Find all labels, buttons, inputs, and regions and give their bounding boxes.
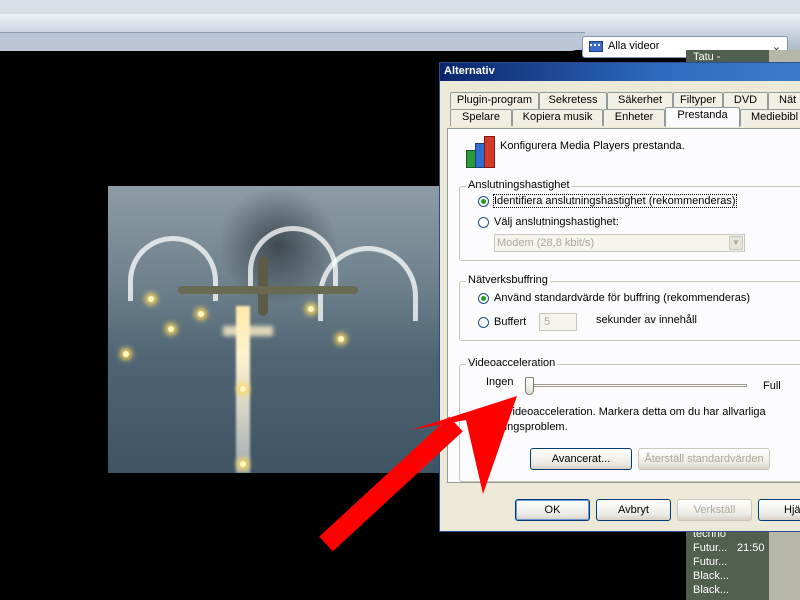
default-buffering-label[interactable]: Använd standardvärde för buffring (rekom… [494, 292, 750, 304]
video-flare [123, 351, 129, 357]
tab-privacy[interactable]: Sekretess [539, 92, 607, 109]
video-flare [338, 336, 344, 342]
acceleration-description-line1: videoacceleration. Markera detta om du h… [507, 406, 766, 418]
tab-performance[interactable]: Prestanda [665, 107, 740, 127]
help-button[interactable]: Hjä [758, 499, 800, 521]
list-item[interactable]: Black... [693, 584, 729, 596]
library-dropdown-label: Alla videor [608, 40, 660, 52]
acceleration-slider-track[interactable] [525, 384, 747, 387]
detect-speed-label[interactable]: Identifiera anslutningshastighet (rekomm… [493, 194, 737, 208]
tab-network[interactable]: Nät [768, 92, 800, 109]
video-aircraft-wing [178, 286, 358, 294]
advanced-button[interactable]: Avancerat... [530, 448, 632, 470]
tab-player[interactable]: Spelare [450, 109, 512, 126]
performance-heading: Konfigurera Media Players prestanda. [500, 140, 685, 152]
video-flare [198, 311, 204, 317]
video-icon [589, 41, 603, 52]
network-buffering-group: Nätverksbuffring [459, 274, 800, 341]
connection-speed-group-label: Anslutningshastighet [466, 179, 572, 191]
video-flare [168, 326, 174, 332]
apply-button[interactable]: Verkställ [677, 499, 752, 521]
ok-button[interactable]: OK [515, 499, 590, 521]
tab-devices[interactable]: Enheter [603, 109, 665, 126]
list-item-title: Futur... [693, 556, 728, 568]
detect-speed-radio[interactable] [478, 196, 489, 207]
video-flare [148, 296, 154, 302]
acceleration-slider-thumb[interactable] [525, 377, 534, 395]
buffer-seconds-suffix: sekunder av innehåll [596, 314, 697, 326]
dialog-titlebar[interactable]: Alternativ [440, 63, 800, 81]
video-flare [240, 386, 246, 392]
buffer-radio[interactable] [478, 317, 489, 328]
video-flare [308, 306, 314, 312]
list-item-title: Futur... [693, 542, 728, 554]
tab-rip-music[interactable]: Kopiera musik [512, 109, 603, 126]
tab-security[interactable]: Säkerhet [607, 92, 673, 109]
toolbar-curve [0, 32, 585, 51]
window-top-strip [0, 0, 800, 14]
tab-plugin[interactable]: Plugin-program [450, 92, 539, 109]
list-item-title: Black... [693, 570, 730, 582]
acceleration-description-line2: elningsproblem. [490, 421, 568, 433]
list-item-duration: 21:50 [737, 542, 765, 554]
tab-library[interactable]: Mediebibl [740, 109, 800, 126]
choose-speed-radio[interactable] [478, 217, 489, 228]
connection-speed-select[interactable]: Modem (28,8 kbit/s) ▼ [494, 234, 745, 252]
acceleration-max-label: Full [763, 380, 781, 392]
chevron-down-icon: ▼ [729, 236, 743, 250]
acceleration-min-label: Ingen [486, 376, 514, 388]
cancel-button[interactable]: Avbryt [596, 499, 671, 521]
restore-defaults-button[interactable]: Återställ standardvärden [638, 448, 770, 470]
player-toolbar: Alla videor ⌄ [0, 14, 800, 58]
video-flare [240, 461, 246, 467]
list-item[interactable]: Black... [693, 570, 729, 582]
list-item[interactable]: Futur... [693, 556, 727, 568]
video-acceleration-group-label: Videoacceleration [466, 357, 558, 369]
default-buffering-radio[interactable] [478, 293, 489, 304]
buffer-seconds-input[interactable]: 5 [539, 313, 577, 331]
choose-speed-label[interactable]: Välj anslutningshastighet: [494, 216, 619, 228]
video-display[interactable] [108, 186, 440, 473]
performance-icon [466, 136, 500, 168]
connection-speed-value: Modem (28,8 kbit/s) [497, 237, 595, 249]
dialog-title: Alternativ [444, 65, 495, 77]
list-item[interactable]: Futur... 21:50 [693, 542, 765, 554]
list-item-title: Black... [693, 584, 730, 596]
buffer-label[interactable]: Buffert [494, 316, 526, 328]
network-buffering-group-label: Nätverksbuffring [466, 274, 550, 286]
